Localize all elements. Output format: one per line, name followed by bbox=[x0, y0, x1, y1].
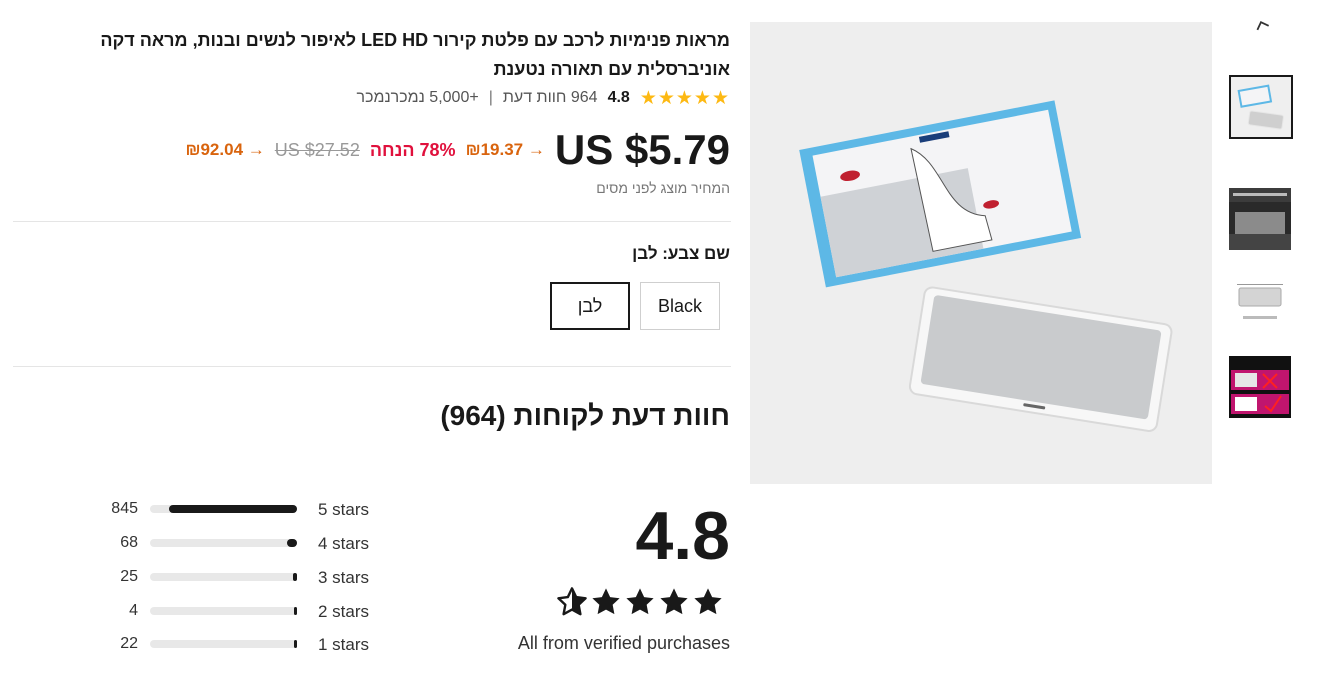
histogram-bar-fill bbox=[168, 505, 297, 513]
discount-badge: 78% הנחה bbox=[369, 139, 456, 160]
histogram-label[interactable]: 1 stars bbox=[318, 635, 369, 655]
star-icon bbox=[592, 588, 620, 615]
divider bbox=[13, 366, 731, 367]
histogram-bar-fill bbox=[293, 573, 297, 581]
histogram-label[interactable]: 5 stars bbox=[318, 500, 369, 520]
color-label: שם צבע: לבן bbox=[632, 244, 730, 263]
rating-summary: ★★★★★ 4.8 964 חוות דעת | +5,000 נמכרנמכר bbox=[357, 86, 730, 110]
current-price-converted: → ₪19.37 bbox=[465, 140, 545, 159]
sold-count: +5,000 נמכרנמכר bbox=[356, 89, 479, 106]
main-product-image[interactable] bbox=[750, 22, 1212, 484]
histogram-label[interactable]: 3 stars bbox=[318, 568, 369, 588]
thumbnail-image bbox=[1229, 356, 1291, 418]
histogram-count: 25 bbox=[120, 568, 138, 585]
half-star-icon bbox=[557, 587, 587, 616]
histogram-bar bbox=[150, 607, 297, 615]
histogram-count: 68 bbox=[120, 534, 138, 551]
histogram-bar bbox=[150, 573, 297, 581]
histogram-bar-fill bbox=[286, 539, 297, 547]
star-icon bbox=[694, 588, 722, 615]
verified-note: All from verified purchases bbox=[517, 633, 730, 653]
histogram-count: 845 bbox=[111, 500, 138, 517]
product-illustration bbox=[750, 22, 1212, 484]
gallery-up-arrow-icon[interactable] bbox=[1252, 14, 1272, 34]
histogram-bar-fill bbox=[294, 607, 297, 615]
star-icon bbox=[626, 588, 654, 615]
rating-value: 4.8 bbox=[607, 89, 630, 106]
histogram-bar bbox=[150, 640, 297, 648]
original-price-converted: → ₪92.04 bbox=[185, 140, 265, 159]
thumbnail-image bbox=[1229, 188, 1291, 250]
histogram-bar-fill bbox=[293, 640, 297, 648]
tax-note: המחיר מוצג לפני מסים bbox=[596, 180, 730, 196]
histogram-bar bbox=[150, 505, 297, 513]
thumbnail-image bbox=[1229, 272, 1291, 334]
color-option-white[interactable]: לבן bbox=[550, 282, 630, 330]
rating-stars-icon: ★★★★★ bbox=[639, 87, 730, 109]
current-price: US $5.79 bbox=[554, 126, 730, 173]
histogram-count: 22 bbox=[120, 635, 138, 652]
histogram-label[interactable]: 2 stars bbox=[318, 602, 369, 622]
original-price: US $27.52 bbox=[274, 139, 360, 160]
reviews-title: חוות דעת לקוחות (964) bbox=[440, 400, 730, 431]
separator: | bbox=[488, 89, 493, 106]
product-title: מראות פנימיות לרכב עם פלטת קירור LED HD … bbox=[100, 30, 730, 79]
histogram-bar bbox=[150, 539, 297, 547]
overall-rating: 4.8 bbox=[635, 498, 730, 574]
thumbnail-product-box[interactable] bbox=[1229, 75, 1293, 139]
divider bbox=[13, 221, 731, 222]
price-row: US $5.79 → ₪19.37 78% הנחה US $27.52 → ₪… bbox=[185, 124, 730, 176]
star-icon bbox=[660, 588, 688, 615]
histogram-label[interactable]: 4 stars bbox=[318, 534, 369, 554]
color-option-black[interactable]: Black bbox=[640, 282, 720, 330]
thumbnail-lamp-comparison[interactable] bbox=[1229, 356, 1291, 418]
thumbnail-image bbox=[1231, 77, 1291, 137]
thumbnail-dimensions[interactable] bbox=[1229, 272, 1291, 334]
reviews-link[interactable]: 964 חוות דעת bbox=[503, 89, 598, 107]
thumbnail-night-vision[interactable] bbox=[1229, 188, 1291, 250]
overall-stars bbox=[556, 586, 724, 618]
histogram-count: 4 bbox=[129, 602, 138, 619]
